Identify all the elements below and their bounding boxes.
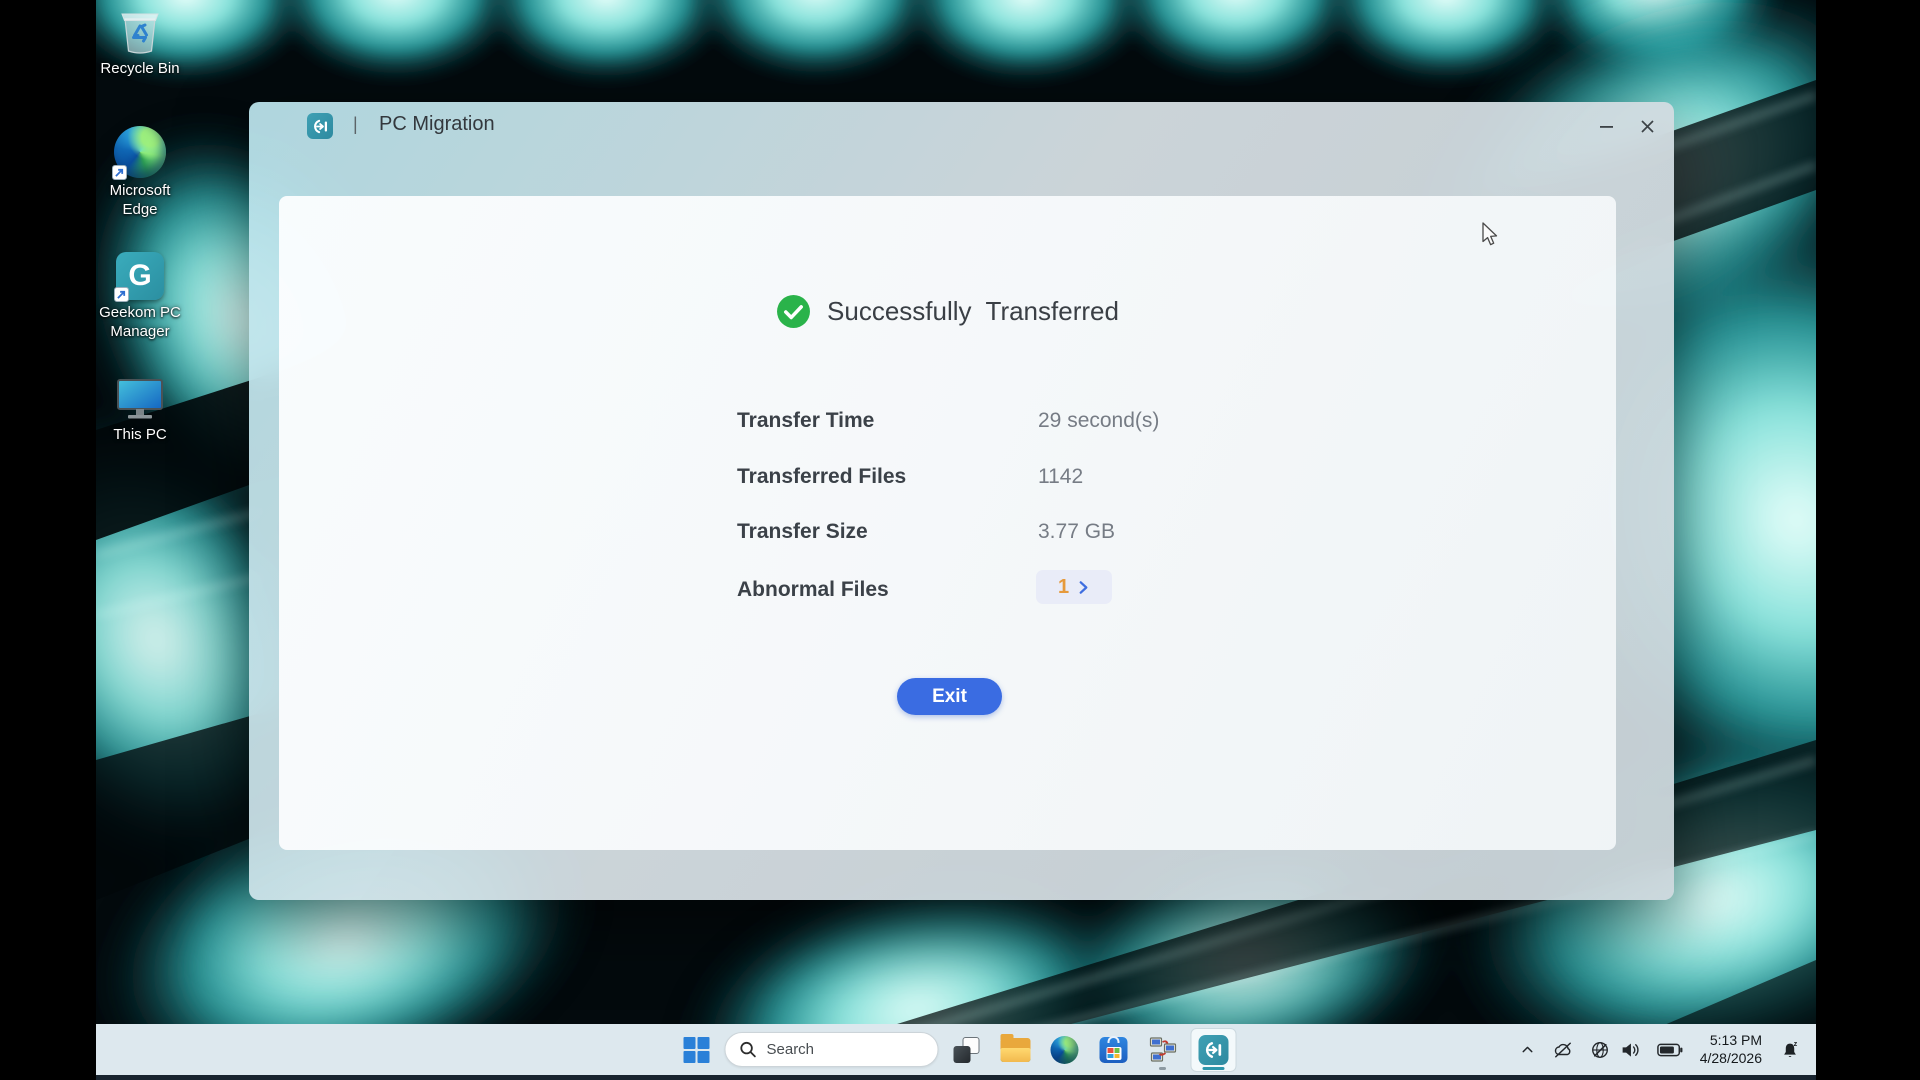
microsoft-edge-icon	[1051, 1036, 1079, 1064]
file-explorer-button[interactable]	[995, 1029, 1037, 1071]
search-placeholder: Search	[767, 1041, 815, 1058]
window-title: PC Migration	[379, 113, 495, 136]
detail-value: 3.77 GB	[1038, 520, 1115, 544]
tray-date: 4/28/2026	[1700, 1050, 1762, 1068]
desktop-icon-label: Geekom PC Manager	[96, 304, 190, 342]
notifications-button[interactable]: z	[1774, 1031, 1806, 1069]
onedrive-status-button[interactable]	[1547, 1031, 1579, 1069]
battery-icon	[1657, 1042, 1683, 1058]
desktop-icon-label: Microsoft Edge	[96, 182, 190, 220]
running-app-indicator	[1159, 1067, 1166, 1070]
success-message: Successfully Transferred	[827, 296, 1119, 327]
abnormal-files-count: 1	[1058, 576, 1069, 599]
migration-agent-button[interactable]	[1142, 1029, 1184, 1071]
task-view-icon	[954, 1037, 980, 1063]
detail-value: 29 second(s)	[1038, 409, 1159, 433]
detail-label: Abnormal Files	[737, 578, 889, 602]
detail-label: Transfer Time	[737, 409, 874, 433]
minimize-button[interactable]	[1589, 112, 1623, 140]
battery-button[interactable]	[1652, 1031, 1688, 1069]
network-computers-icon	[1148, 1035, 1178, 1065]
pc-migration-app-icon	[1199, 1035, 1229, 1065]
detail-row-transfer-time: Transfer Time 29 second(s)	[737, 404, 874, 438]
success-check-icon	[776, 294, 811, 329]
desktop-icon-microsoft-edge[interactable]: Microsoft Edge	[96, 126, 190, 220]
this-pc-icon	[115, 378, 165, 422]
close-icon	[1640, 119, 1655, 134]
bell-do-not-disturb-icon: z	[1779, 1039, 1801, 1061]
desktop-icon-this-pc[interactable]: This PC	[96, 378, 190, 445]
success-row: Successfully Transferred	[279, 294, 1616, 329]
pc-migration-window: | PC Migration Successfully Transferr	[249, 102, 1674, 900]
chevron-right-icon	[1077, 580, 1090, 595]
taskbar: Search	[96, 1024, 1816, 1080]
close-button[interactable]	[1630, 112, 1664, 140]
detail-row-abnormal-files: Abnormal Files 1	[737, 573, 889, 607]
globe-no-internet-icon	[1590, 1040, 1610, 1060]
titlebar-separator: |	[353, 114, 358, 135]
detail-value: 1142	[1038, 465, 1083, 489]
tray-time: 5:13 PM	[1710, 1032, 1762, 1050]
screen: Recycle Bin Microsoft Edge G Geekom PC M…	[0, 0, 1920, 1080]
microsoft-store-icon	[1100, 1037, 1128, 1063]
pc-migration-app-icon	[307, 113, 333, 139]
windows-start-icon	[684, 1037, 710, 1063]
edge-icon	[114, 126, 166, 178]
pc-migration-taskbar-button[interactable]	[1191, 1028, 1237, 1072]
detail-row-transfer-size: Transfer Size 3.77 GB	[737, 515, 868, 549]
exit-button[interactable]: Exit	[897, 678, 1002, 715]
desktop-icon-geekom-pc-manager[interactable]: G Geekom PC Manager	[96, 252, 190, 342]
active-app-indicator	[1203, 1067, 1225, 1070]
start-button[interactable]	[676, 1029, 718, 1071]
shortcut-arrow-icon	[112, 165, 127, 180]
microsoft-store-button[interactable]	[1093, 1029, 1135, 1071]
geekom-pc-manager-icon: G	[116, 252, 164, 300]
desktop-icon-label: This PC	[113, 426, 166, 445]
task-view-button[interactable]	[946, 1029, 988, 1071]
network-status-button[interactable]	[1585, 1031, 1612, 1069]
minimize-icon	[1599, 119, 1614, 134]
detail-label: Transferred Files	[737, 465, 906, 489]
tray-chevron-button[interactable]	[1514, 1031, 1541, 1069]
edge-taskbar-button[interactable]	[1044, 1029, 1086, 1071]
search-icon	[740, 1041, 757, 1058]
desktop-icon-label: Recycle Bin	[100, 60, 179, 79]
taskbar-search-input[interactable]: Search	[725, 1032, 939, 1067]
speaker-icon	[1620, 1040, 1641, 1060]
recycle-bin-icon	[117, 6, 163, 56]
abnormal-files-badge[interactable]: 1	[1036, 570, 1112, 604]
taskbar-clock[interactable]: 5:13 PM 4/28/2026	[1694, 1032, 1768, 1067]
mouse-cursor	[1480, 222, 1502, 248]
result-panel: Successfully Transferred Transfer Time 2…	[279, 196, 1616, 850]
window-titlebar[interactable]: | PC Migration	[249, 102, 1674, 150]
file-explorer-icon	[1001, 1038, 1031, 1062]
volume-button[interactable]	[1618, 1031, 1646, 1069]
shortcut-arrow-icon	[114, 287, 129, 302]
cloud-slash-icon	[1552, 1041, 1574, 1059]
desktop: Recycle Bin Microsoft Edge G Geekom PC M…	[96, 0, 1816, 1080]
detail-row-transferred-files: Transferred Files 1142	[737, 460, 906, 494]
svg-text:z: z	[1794, 1039, 1798, 1048]
chevron-up-icon	[1519, 1041, 1536, 1058]
desktop-icon-recycle-bin[interactable]: Recycle Bin	[96, 6, 190, 79]
detail-label: Transfer Size	[737, 520, 868, 544]
